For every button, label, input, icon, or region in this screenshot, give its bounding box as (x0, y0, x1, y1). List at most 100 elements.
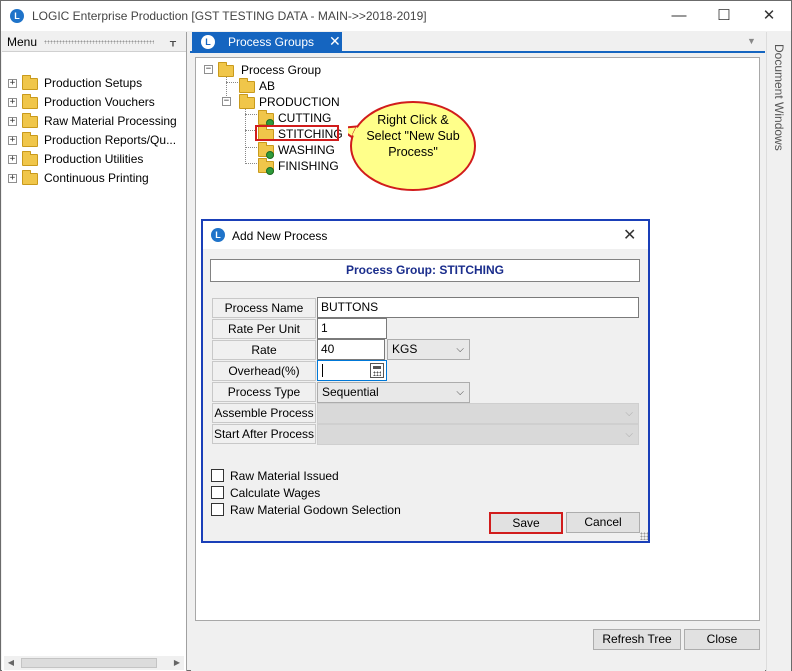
dialog-close-icon[interactable]: ✕ (623, 225, 636, 245)
tab-logo-icon: L (201, 35, 215, 49)
assemble-process-select: ⌵ (317, 403, 639, 424)
collapse-icon[interactable]: − (204, 65, 213, 74)
window-title: LOGIC Enterprise Production [GST TESTING… (32, 9, 427, 23)
tree-node-label: CUTTING (278, 111, 332, 125)
tree-node-cutting[interactable]: CUTTING (258, 110, 358, 127)
process-type-label: Process Type (212, 382, 316, 402)
document-windows-label[interactable]: Document Windows (772, 44, 786, 151)
process-type-select[interactable]: Sequential ⌵ (317, 382, 470, 403)
menu-item-label: Production Setups (44, 76, 143, 90)
folder-open-icon (218, 62, 234, 77)
tab-close-icon[interactable]: ✕ (329, 33, 341, 50)
title-bar: L LOGIC Enterprise Production [GST TESTI… (1, 1, 791, 31)
minimize-button[interactable]: — (656, 1, 702, 31)
menu-title: Menu (7, 35, 38, 49)
refresh-tree-button[interactable]: Refresh Tree (593, 629, 681, 650)
dialog-title-bar: L Add New Process ✕ (203, 221, 648, 249)
folder-icon (239, 78, 255, 93)
folder-icon (22, 151, 38, 166)
expand-icon[interactable]: + (8, 155, 17, 164)
resize-grip-icon[interactable] (640, 532, 648, 540)
process-name-input[interactable]: BUTTONS (317, 297, 639, 318)
tree-node-label: WASHING (278, 143, 335, 157)
chevron-down-icon: ⌵ (625, 429, 633, 440)
close-window-button[interactable]: ✕ (746, 1, 792, 31)
checkbox-label[interactable]: Raw Material Godown Selection (230, 503, 401, 517)
tree-connector (245, 163, 257, 164)
document-windows-sidebar[interactable]: Document Windows (766, 32, 791, 671)
tab-dropdown-icon[interactable]: ▼ (747, 36, 756, 46)
menu-item-label: Continuous Printing (44, 171, 149, 185)
tree-node-process-group[interactable]: − Process Group (204, 62, 344, 78)
save-button[interactable]: Save (489, 512, 563, 534)
stitching-highlight-box (255, 125, 339, 141)
folder-icon (22, 132, 38, 147)
calculator-icon[interactable] (370, 363, 384, 378)
menu-horizontal-scrollbar[interactable]: ◀ ▶ (4, 656, 184, 670)
checkbox-label[interactable]: Calculate Wages (230, 486, 320, 500)
process-type-value: Sequential (322, 385, 379, 399)
tab-process-groups[interactable]: L Process Groups ✕ (192, 32, 342, 53)
folder-icon (22, 113, 38, 128)
tree-connector (245, 147, 257, 148)
process-group-header: Process Group: STITCHING (210, 259, 640, 282)
pin-icon[interactable]: ᚁ (170, 34, 176, 48)
tree-node-label: AB (259, 79, 276, 93)
menu-panel: Menu ᚁ + Production Setups + Production … (2, 32, 187, 671)
expand-icon[interactable]: + (8, 98, 17, 107)
tree-node-ab[interactable]: AB (239, 78, 319, 94)
tree-node-label: PRODUCTION (259, 95, 340, 109)
dialog-title: Add New Process (232, 229, 328, 243)
menu-item-label: Production Utilities (44, 152, 144, 166)
expand-icon[interactable]: + (8, 117, 17, 126)
calculate-wages-checkbox[interactable] (211, 486, 224, 499)
expand-icon[interactable]: + (8, 174, 17, 183)
raw-material-godown-selection-checkbox[interactable] (211, 503, 224, 516)
app-logo-icon: L (10, 9, 24, 23)
checkbox-label[interactable]: Raw Material Issued (230, 469, 339, 483)
rate-unit-select[interactable]: KGS ⌵ (387, 339, 470, 360)
add-new-process-dialog: L Add New Process ✕ Process Group: STITC… (201, 219, 650, 543)
menu-item-label: Production Vouchers (44, 95, 155, 109)
menu-item-label: Raw Material Processing (44, 114, 177, 128)
assemble-process-label: Assemble Process (212, 403, 316, 423)
start-after-process-select: ⌵ (317, 424, 639, 445)
menu-item-label: Production Reports/Qu... (44, 133, 177, 147)
tree-node-label: Process Group (241, 63, 322, 77)
start-after-process-label: Start After Process (212, 424, 316, 444)
folder-icon (22, 94, 38, 109)
text-caret (322, 364, 323, 377)
rate-unit-value: KGS (392, 342, 418, 356)
dialog-logo-icon: L (211, 228, 225, 242)
collapse-icon[interactable]: − (222, 97, 231, 106)
rate-per-unit-input[interactable]: 1 (317, 318, 387, 339)
tree-node-label: FINISHING (278, 159, 339, 173)
overhead-input[interactable] (317, 360, 387, 381)
tree-connector (245, 104, 246, 164)
cancel-button[interactable]: Cancel (566, 512, 640, 533)
menu-header: Menu ᚁ (2, 32, 186, 52)
scroll-thumb[interactable] (21, 658, 157, 668)
tree-node-production[interactable]: − PRODUCTION (222, 94, 362, 110)
maximize-button[interactable]: ☐ (701, 1, 747, 31)
process-gear-icon (266, 167, 274, 175)
process-name-label: Process Name (212, 298, 316, 318)
chevron-down-icon: ⌵ (456, 344, 464, 355)
expand-icon[interactable]: + (8, 79, 17, 88)
rate-label: Rate (212, 340, 316, 360)
callout-text: Right Click & Select "New Sub Process" (366, 113, 460, 159)
raw-material-issued-checkbox[interactable] (211, 469, 224, 482)
close-button[interactable]: Close (684, 629, 760, 650)
expand-icon[interactable]: + (8, 136, 17, 145)
rate-input[interactable]: 40 (317, 339, 385, 360)
overhead-label: Overhead(%) (212, 361, 316, 381)
panel-grip[interactable] (44, 40, 154, 44)
scroll-left-icon[interactable]: ◀ (4, 656, 18, 670)
tree-node-washing[interactable]: WASHING (258, 142, 358, 159)
folder-icon (22, 75, 38, 90)
instruction-callout: Right Click & Select "New Sub Process" (348, 100, 478, 192)
tree-node-finishing[interactable]: FINISHING (258, 158, 358, 175)
chevron-down-icon: ⌵ (625, 408, 633, 419)
scroll-right-icon[interactable]: ▶ (170, 656, 184, 670)
tree-connector (245, 114, 257, 115)
